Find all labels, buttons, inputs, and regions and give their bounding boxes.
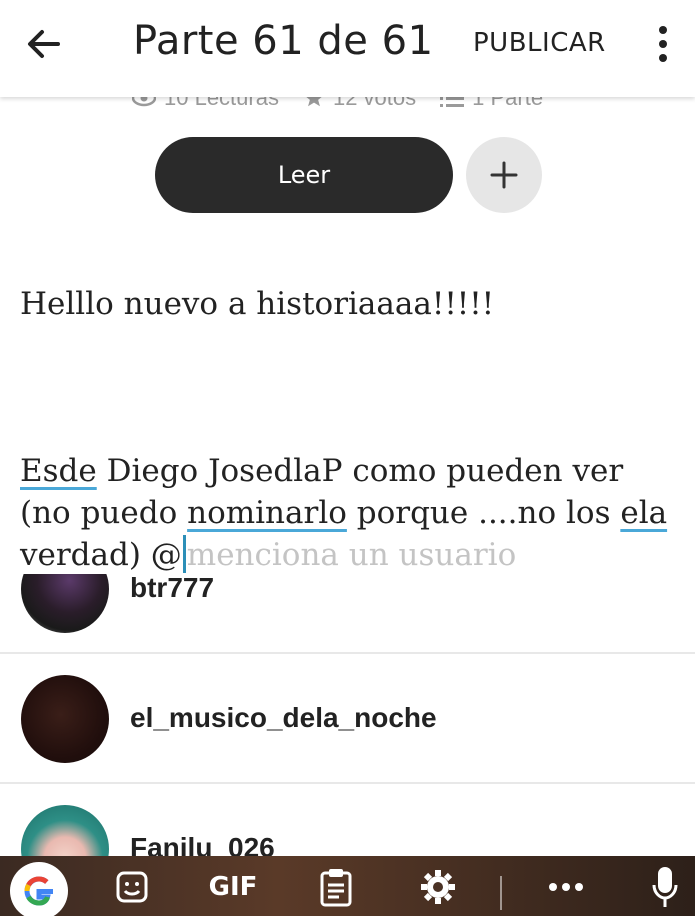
keyboard-toolbar: GIF	[0, 856, 695, 916]
back-arrow-icon[interactable]	[22, 22, 66, 66]
add-to-library-button[interactable]	[466, 137, 542, 213]
gear-icon[interactable]	[416, 864, 460, 910]
mention-username: Fanilu_026	[130, 832, 275, 856]
avatar	[21, 574, 109, 633]
page-title: Parte 61 de 61	[133, 18, 434, 64]
list-item[interactable]: Fanilu_026	[0, 784, 695, 856]
mention-username: el_musico_dela_noche	[130, 702, 437, 733]
misspelled-word[interactable]: Esde	[20, 453, 97, 489]
more-vert-icon[interactable]	[650, 22, 676, 66]
misspelled-word[interactable]: ela	[620, 495, 667, 531]
more-icon[interactable]	[544, 864, 588, 910]
text-cursor	[182, 535, 186, 573]
list-item[interactable]: el_musico_dela_noche	[0, 654, 695, 784]
text-run: porque ....no los	[346, 495, 621, 531]
avatar	[21, 675, 109, 763]
mic-icon[interactable]	[645, 864, 685, 910]
avatar	[21, 805, 109, 856]
mention-username: btr777	[130, 574, 215, 603]
text-run: verdad) @	[20, 537, 182, 573]
mention-placeholder: menciona un usuario	[186, 537, 517, 573]
google-icon[interactable]	[10, 862, 68, 916]
gif-button[interactable]: GIF	[205, 864, 261, 910]
publish-button[interactable]: PUBLICAR	[473, 28, 606, 58]
editor-paragraph-2[interactable]: Esde Diego JosedlaP como pueden ver (no …	[20, 450, 680, 576]
plus-icon	[490, 161, 518, 189]
read-button[interactable]: Leer	[155, 137, 453, 213]
mention-suggestions: btr777 el_musico_dela_noche Fanilu_026	[0, 574, 695, 856]
toolbar-divider	[500, 876, 502, 910]
editor-line-1[interactable]: Helllo nuevo a historiaaaa!!!!!	[20, 283, 680, 325]
sticker-icon[interactable]	[110, 864, 154, 910]
list-item[interactable]: btr777	[0, 574, 695, 654]
misspelled-word[interactable]: nominarlo	[187, 495, 347, 531]
app-bar: Parte 61 de 61 PUBLICAR	[0, 0, 695, 97]
clipboard-icon[interactable]	[314, 864, 358, 910]
